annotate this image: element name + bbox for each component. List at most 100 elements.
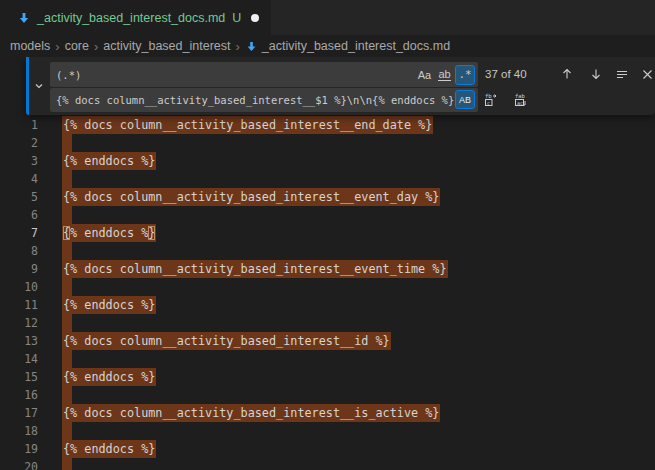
find-match-highlight (62, 134, 72, 152)
line-content (62, 386, 72, 404)
line-content (62, 422, 72, 440)
editor-line[interactable]: 19{% enddocs %} (0, 440, 655, 458)
editor-line[interactable]: 5 {% docs column__activity_based_interest… (0, 188, 655, 206)
editor-line[interactable]: 14 (0, 350, 655, 368)
breadcrumb-separator: › (235, 39, 239, 54)
editor-line[interactable]: 6 (0, 206, 655, 224)
line-number: 12 (0, 314, 38, 332)
svg-text:fb: fb (485, 92, 492, 98)
line-number: 15 (0, 368, 38, 386)
line-content (62, 170, 72, 188)
find-results-count: 37 of 40 (485, 62, 565, 87)
find-match-highlight (62, 350, 72, 368)
editor-line[interactable]: 13{% docs column__activity_based_interes… (0, 332, 655, 350)
breadcrumb-item[interactable]: models (10, 39, 50, 53)
svg-text:ac: ac (517, 99, 523, 105)
find-match-highlight: {% enddocs %} (62, 152, 156, 170)
find-match-highlight (62, 278, 72, 296)
find-match-highlight: {% docs column__activity_based_interest_… (62, 332, 391, 350)
previous-match-button[interactable] (556, 63, 578, 85)
line-number: 5 (0, 188, 38, 206)
editor-line[interactable]: 8 (0, 242, 655, 260)
find-match-highlight: {% docs column__activity_based_interest_… (62, 404, 440, 422)
find-match-highlight: {% enddocs %} (62, 224, 156, 242)
preserve-case-button[interactable]: AB (455, 90, 475, 109)
find-match-highlight: {% enddocs %} (62, 296, 156, 314)
replace-icon: fbc (483, 92, 498, 107)
find-in-selection-button[interactable] (611, 63, 633, 85)
chevron-down-icon (32, 79, 46, 93)
editor-line[interactable]: 16 (0, 386, 655, 404)
replace-button[interactable]: fbc (479, 88, 501, 110)
match-case-button[interactable]: Aa (415, 65, 434, 85)
line-content: {% docs column__activity_based_interest_… (62, 332, 391, 350)
find-match-highlight: {% docs column__activity_based_interest_… (62, 188, 440, 206)
breadcrumb-separator: › (55, 39, 59, 54)
close-icon (641, 68, 654, 81)
line-content: {% docs column__activity_based_interest_… (62, 404, 440, 422)
replace-input[interactable]: {% docs column__activity_based_interest_… (50, 88, 478, 112)
find-match-highlight (62, 206, 72, 224)
line-content: {% enddocs %} (62, 296, 156, 314)
arrow-up-icon (560, 67, 574, 81)
toggle-replace-button[interactable] (29, 57, 49, 115)
replace-all-button[interactable]: fabac (509, 88, 531, 110)
find-match-highlight (62, 458, 72, 470)
next-match-button[interactable] (585, 63, 607, 85)
breadcrumb-item[interactable]: core (65, 39, 89, 53)
line-content (62, 134, 72, 152)
regex-button[interactable]: .* (455, 65, 475, 85)
whole-word-button[interactable]: ab (435, 65, 454, 85)
git-status-badge: U (232, 11, 241, 25)
line-content: {% enddocs %} (62, 152, 156, 170)
tab-bar: _activity_based_interest_docs.md U (0, 0, 655, 35)
find-widget: (.*) Aa ab .* 37 of 40 {% docs (26, 57, 655, 115)
editor-line[interactable]: 7 {% enddocs %} (0, 224, 655, 242)
editor-line[interactable]: 4 (0, 170, 655, 188)
find-match-highlight: {% docs column__activity_based_interest_… (62, 260, 448, 278)
find-input[interactable]: (.*) Aa ab .* (50, 62, 478, 87)
replace-all-icon: fabac (513, 92, 528, 107)
editor[interactable]: 1{% docs column__activity_based_interest… (0, 57, 655, 470)
tab-active[interactable]: _activity_based_interest_docs.md U (0, 0, 272, 35)
line-number: 10 (0, 278, 38, 296)
editor-line[interactable]: 10 (0, 278, 655, 296)
vscode-window: _activity_based_interest_docs.md U model… (0, 0, 655, 470)
editor-line[interactable]: 18 (0, 422, 655, 440)
line-content (62, 350, 72, 368)
breadcrumb-separator: › (94, 39, 98, 54)
editor-line[interactable]: 3{% enddocs %} (0, 152, 655, 170)
line-number: 20 (0, 458, 38, 470)
line-content (62, 314, 72, 332)
line-number: 18 (0, 422, 38, 440)
editor-line[interactable]: 11 {% enddocs %} (0, 296, 655, 314)
line-content: {% docs column__activity_based_interest_… (62, 188, 440, 206)
editor-line[interactable]: 15{% enddocs %} (0, 368, 655, 386)
editor-line[interactable]: 1{% docs column__activity_based_interest… (0, 116, 655, 134)
tab-title: _activity_based_interest_docs.md (37, 11, 225, 25)
close-button[interactable] (636, 63, 655, 85)
line-number: 14 (0, 350, 38, 368)
editor-line[interactable]: 17 {% docs column__activity_based_interes… (0, 404, 655, 422)
breadcrumb-item[interactable]: activity_based_interest (103, 39, 230, 53)
line-number: 9 (0, 260, 38, 278)
line-content: {% enddocs %} (62, 440, 156, 458)
breadcrumb-file[interactable]: _activity_based_interest_docs.md (262, 39, 450, 53)
arrow-down-icon (589, 67, 603, 81)
editor-line[interactable]: 12 (0, 314, 655, 332)
markdown-file-icon (17, 11, 31, 25)
line-number: 11 (0, 296, 38, 314)
line-number: 17 (0, 404, 38, 422)
svg-text:fab: fab (515, 92, 525, 98)
line-content: {% enddocs %} (62, 224, 156, 242)
editor-line[interactable]: 2 (0, 134, 655, 152)
find-match-highlight: {% docs column__activity_based_interest_… (62, 116, 433, 134)
line-number: 7 (0, 224, 38, 242)
editor-line[interactable]: 20 (0, 458, 655, 470)
modified-dot-icon[interactable] (251, 14, 259, 22)
line-number: 16 (0, 386, 38, 404)
find-input-value: (.*) (50, 64, 415, 86)
markdown-file-icon (245, 40, 258, 53)
editor-line[interactable]: 9 {% docs column__activity_based_interest… (0, 260, 655, 278)
line-content (62, 206, 72, 224)
